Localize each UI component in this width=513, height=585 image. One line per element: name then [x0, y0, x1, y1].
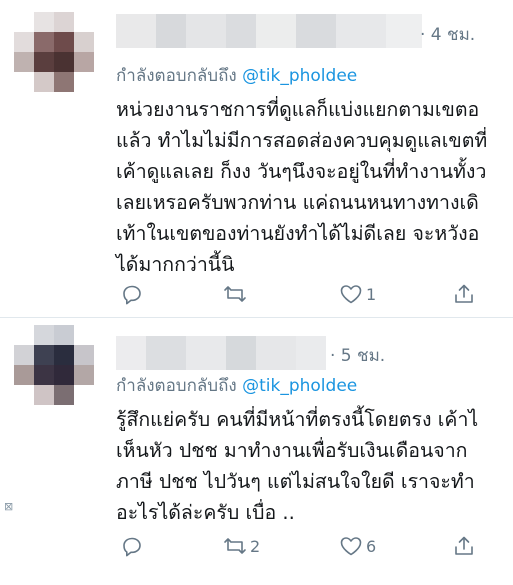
tweet[interactable]: · 5 ชม. กำลังตอบกลับถึง @tik_pholdee รู้…	[0, 318, 513, 585]
reply-button[interactable]	[120, 531, 146, 561]
display-name-blurred[interactable]	[116, 336, 326, 370]
replying-to: กำลังตอบกลับถึง @tik_pholdee	[116, 62, 357, 89]
like-button[interactable]: 6	[338, 531, 376, 561]
like-button[interactable]: 1	[338, 279, 376, 309]
tweet-timestamp[interactable]: · 4 ชม.	[420, 21, 475, 48]
like-count: 6	[366, 536, 377, 556]
tweet-text: รู้สึกแย่ครับ คนที่มีหน้าที่ตรงนี้โดยตรง…	[116, 404, 513, 528]
replying-to: กำลังตอบกลับถึง @tik_pholdee	[116, 372, 357, 399]
avatar[interactable]	[14, 12, 94, 92]
tweet-text: หน่วยงานราชการที่ดูแลก็แบ่งแยกตามเขตอ แล…	[116, 94, 513, 280]
share-button[interactable]	[452, 531, 476, 561]
replying-to-label: กำลังตอบกลับถึง	[116, 66, 237, 86]
tweet-text-line: เท้าในเขตของท่านยังทำได้ไม่ดีเลย จะหวังอ	[116, 222, 480, 245]
tweet-text-line: เลยเหรอครับพวกท่าน แค่ถนนหนทางทางเดิ	[116, 191, 479, 214]
tweet-timestamp[interactable]: · 5 ชม.	[330, 342, 385, 369]
reply-handle-link[interactable]: @tik_pholdee	[242, 66, 357, 86]
share-icon	[452, 534, 476, 558]
tweet-text-line: แล้ว ทำไมไม่มีการสอดส่องควบคุมดูแลเขตที่	[116, 129, 488, 152]
retweet-button[interactable]: 2	[222, 531, 260, 561]
tweet-text-line: เห็นหัว ปชช มาทำงานเพื่อรับเงินเดือนจาก	[116, 439, 468, 462]
replying-to-label: กำลังตอบกลับถึง	[116, 376, 237, 396]
reply-button[interactable]	[120, 279, 146, 309]
reply-icon	[120, 282, 144, 306]
tweet[interactable]: · 4 ชม. กำลังตอบกลับถึง @tik_pholdee หน่…	[0, 0, 513, 318]
heart-icon	[338, 534, 364, 558]
tweet-text-line: ภาษี ปชช ไปวันๆ แต่ไม่สนใจใยดี เราจะทำ	[116, 470, 475, 493]
share-icon	[452, 282, 476, 306]
retweet-count: 2	[250, 536, 261, 556]
tweet-text-line: หน่วยงานราชการที่ดูแลก็แบ่งแยกตามเขตอ	[116, 98, 480, 121]
close-mark-icon[interactable]: ⊠	[4, 500, 13, 513]
tweet-actions: 2 6	[116, 531, 513, 561]
retweet-icon	[222, 282, 248, 306]
tweet-text-line: รู้สึกแย่ครับ คนที่มีหน้าที่ตรงนี้โดยตรง…	[116, 408, 479, 431]
tweet-actions: 1	[116, 279, 513, 309]
tweet-text-line: เค้าดูแลเลย ก็งง วันๆนึงจะอยู่ในที่ทำงาน…	[116, 160, 487, 183]
like-count: 1	[366, 284, 377, 304]
retweet-button[interactable]	[222, 279, 250, 309]
reply-icon	[120, 534, 144, 558]
reply-handle-link[interactable]: @tik_pholdee	[242, 376, 357, 396]
retweet-icon	[222, 534, 248, 558]
display-name-blurred[interactable]	[116, 14, 422, 48]
tweet-text-line: อะไรได้ล่ะครับ เบื่อ ..	[116, 501, 295, 524]
tweet-text-line: ได้มากกว่านี้นิ	[116, 253, 235, 276]
avatar[interactable]	[14, 325, 94, 405]
heart-icon	[338, 282, 364, 306]
share-button[interactable]	[452, 279, 476, 309]
